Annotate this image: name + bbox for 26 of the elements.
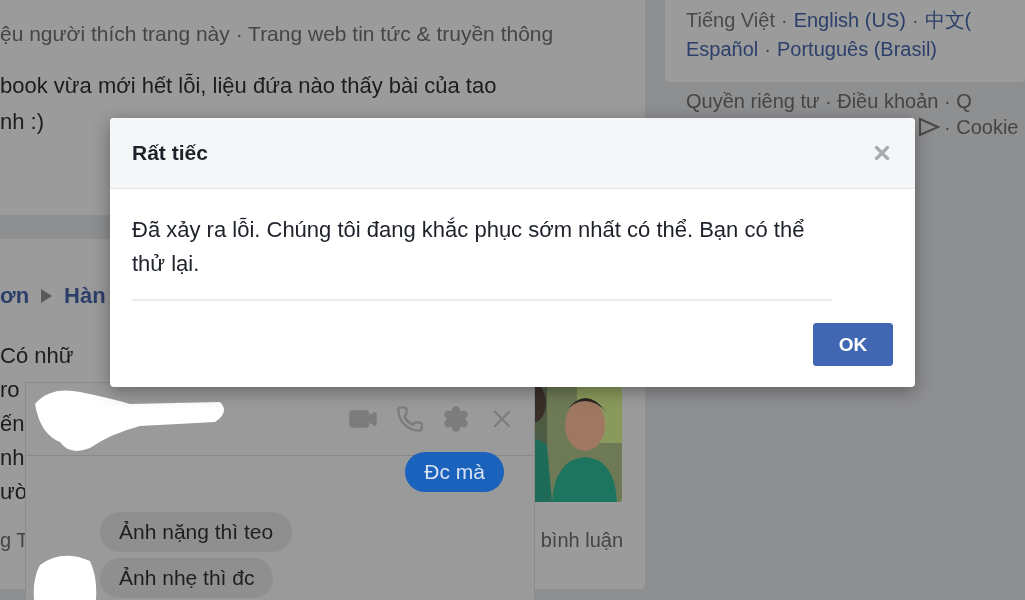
message-bubble: Đc mà	[405, 452, 504, 492]
error-message: Đã xảy ra lỗi. Chúng tôi đang khắc phục sớm nhất có thể. Bạn có thể thử lại.	[132, 213, 832, 301]
message-bubble: Ảnh nhẹ thì đc	[100, 558, 274, 598]
breadcrumb-link[interactable]: ơn	[0, 283, 30, 309]
page-meta: ệu người thích trang này · Trang web tin tức & truyền thông	[0, 22, 555, 46]
post-text: ro	[0, 376, 21, 404]
message-bubble: Ảnh nặng thì teo	[100, 512, 293, 552]
footer-links[interactable]: Quyền riêng tư · Điều khoản · Q	[686, 88, 1025, 114]
post-text: Có nhữ	[0, 342, 74, 370]
separator-dot: ·	[764, 37, 771, 62]
separator-dot: ·	[911, 8, 919, 33]
comment-count-link[interactable]: bình luận	[540, 529, 623, 552]
footer-link[interactable]: · Cookie	[944, 114, 1019, 140]
post-text: nh	[0, 444, 26, 472]
dialog-title: Rất tiếc	[132, 141, 208, 165]
ok-button[interactable]: OK	[813, 323, 893, 366]
separator-dot: ·	[780, 8, 788, 33]
language-link[interactable]: English (US)	[793, 6, 906, 35]
language-link[interactable]: 中文(	[924, 6, 972, 35]
language-link[interactable]: Español	[686, 35, 759, 64]
breadcrumb-link[interactable]: Hàn	[64, 283, 106, 309]
post-text: ến	[0, 410, 26, 438]
post-text: nh :)	[0, 108, 46, 136]
language-link[interactable]: Tiếng Việt	[686, 6, 775, 35]
post-text: book vừa mới hết lỗi, liệu đứa nào thấy bài của tao	[0, 72, 498, 100]
language-link[interactable]: Português (Brasil)	[776, 35, 937, 64]
